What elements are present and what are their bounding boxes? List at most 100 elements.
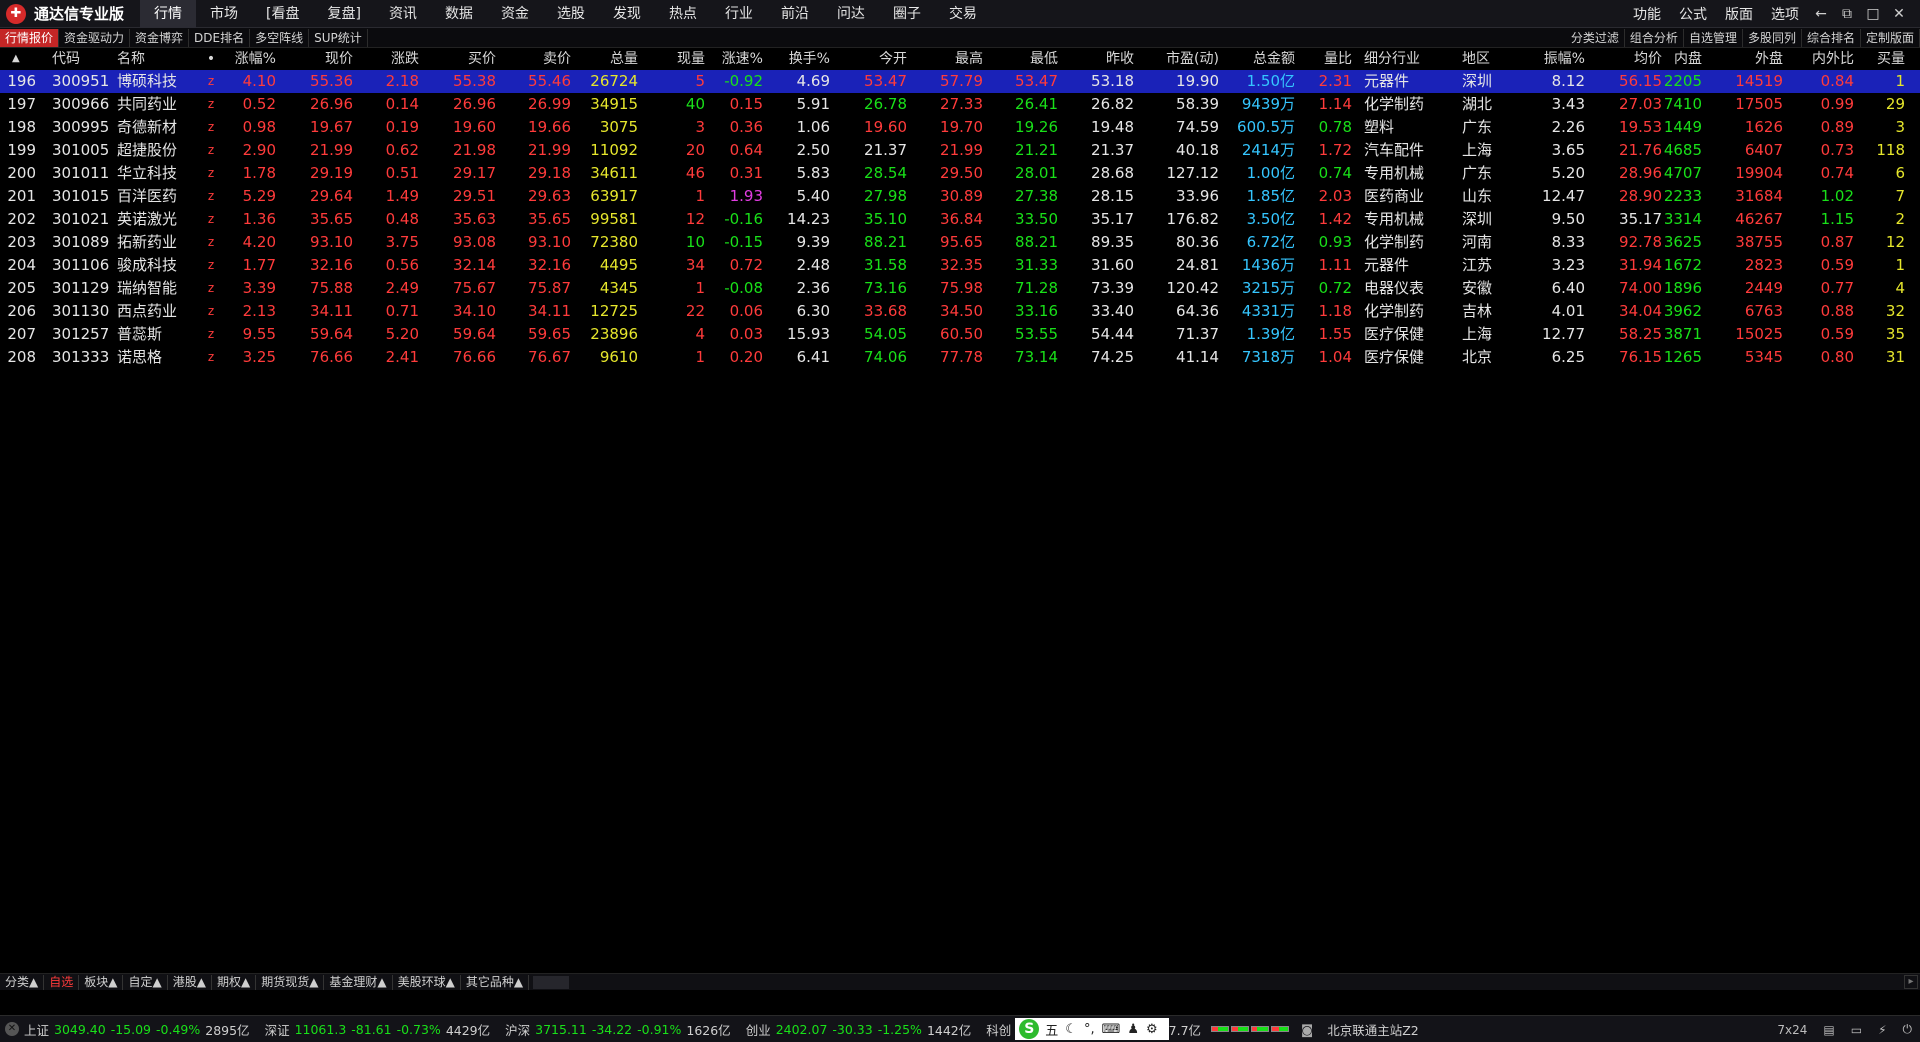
input-method-bar[interactable]: S 五 ☾ °, ⌨ ♟ ⚙ <box>1015 1018 1169 1040</box>
header-low[interactable]: 最低 <box>1030 48 1058 71</box>
table-row[interactable]: 201 301015 百洋医药 z 5.29 29.64 1.49 29.51 29.63 639… <box>0 185 1920 208</box>
name-cell[interactable]: 拓新药业 <box>117 231 177 254</box>
header-in-out-ratio[interactable]: 内外比 <box>1812 48 1854 71</box>
subtab-5[interactable]: SUP统计 <box>309 28 368 47</box>
category-tab-1[interactable]: 自选 <box>44 974 80 990</box>
header-change-pct[interactable]: 涨幅% <box>235 48 276 71</box>
subtab-4[interactable]: 多空阵线 <box>250 28 310 47</box>
row-number-cell[interactable]: 197 <box>7 93 36 116</box>
header-avg-price[interactable]: 均价 <box>1634 48 1662 71</box>
code-cell[interactable]: 301257 <box>52 323 109 346</box>
header-open[interactable]: 今开 <box>879 48 907 71</box>
header-high[interactable]: 最高 <box>955 48 983 71</box>
message-icon[interactable]: ▤ <box>1823 1023 1834 1037</box>
table-row[interactable]: 203 301089 拓新药业 z 4.20 93.10 3.75 93.08 93.10 723… <box>0 231 1920 254</box>
menu-function[interactable]: 功能 <box>1624 4 1670 24</box>
name-cell[interactable]: 博硕科技 <box>117 70 177 93</box>
header-bid-volume[interactable]: 买量 <box>1877 48 1905 71</box>
power-icon[interactable]: ⏻ <box>1903 1022 1913 1037</box>
name-cell[interactable]: 骏成科技 <box>117 254 177 277</box>
category-tab-5[interactable]: 期权▲ <box>212 974 257 990</box>
menu-item-8[interactable]: 发现 <box>599 0 655 28</box>
menu-item-3[interactable]: 复盘] <box>313 0 374 28</box>
keyboard-icon[interactable]: ⌨ <box>1102 1022 1121 1037</box>
menu-item-2[interactable]: [看盘 <box>252 0 313 28</box>
table-row[interactable]: 200 301011 华立科技 z 1.78 29.19 0.51 29.17 29.18 346… <box>0 162 1920 185</box>
server-label[interactable]: 北京联通主站Z2 <box>1327 1020 1419 1039</box>
code-cell[interactable]: 301005 <box>52 139 109 162</box>
code-cell[interactable]: 301015 <box>52 185 109 208</box>
row-number-cell[interactable]: 200 <box>7 162 36 185</box>
index-quote[interactable]: 上证 3049.40 -15.09 -0.49% 2895亿 <box>24 1020 255 1039</box>
row-number-cell[interactable]: 203 <box>7 231 36 254</box>
code-cell[interactable]: 301011 <box>52 162 109 185</box>
table-row[interactable]: 208 301333 诺思格 z 3.25 76.66 2.41 76.66 76.67 9610… <box>0 346 1920 369</box>
header-pe[interactable]: 市盈(动) <box>1166 48 1219 71</box>
row-number-cell[interactable]: 206 <box>7 300 36 323</box>
subtab-0[interactable]: 行情报价 <box>0 28 60 47</box>
category-tab-4[interactable]: 港股▲ <box>168 974 212 990</box>
name-cell[interactable]: 共同药业 <box>117 93 177 116</box>
settings-icon[interactable]: ⚙ <box>1146 1022 1158 1037</box>
table-row[interactable]: 207 301257 普蕊斯 z 9.55 59.64 5.20 59.64 59.65 2389… <box>0 323 1920 346</box>
table-row[interactable]: 204 301106 骏成科技 z 1.77 32.16 0.56 32.14 32.16 449… <box>0 254 1920 277</box>
back-icon[interactable]: ← <box>1808 6 1834 22</box>
code-cell[interactable]: 300951 <box>52 70 109 93</box>
header-bid[interactable]: 买价 <box>468 48 496 71</box>
name-cell[interactable]: 瑞纳智能 <box>117 277 177 300</box>
row-number-cell[interactable]: 204 <box>7 254 36 277</box>
subtab-right-1[interactable]: 组合分析 <box>1625 29 1684 47</box>
table-row[interactable]: 202 301021 英诺激光 z 1.36 35.65 0.48 35.63 35.65 995… <box>0 208 1920 231</box>
category-tab-0[interactable]: 分类▲ <box>0 974 45 990</box>
menu-item-13[interactable]: 圈子 <box>879 0 935 28</box>
header-name[interactable]: 名称 <box>117 48 145 71</box>
subtab-3[interactable]: DDE排名 <box>189 28 251 47</box>
header-ask[interactable]: 卖价 <box>543 48 571 71</box>
code-cell[interactable]: 301089 <box>52 231 109 254</box>
menu-formula[interactable]: 公式 <box>1670 4 1716 24</box>
subtab-right-0[interactable]: 分类过滤 <box>1566 29 1625 47</box>
code-cell[interactable]: 301333 <box>52 346 109 369</box>
row-number-cell[interactable]: 201 <box>7 185 36 208</box>
row-number-cell[interactable]: 196 <box>7 70 36 93</box>
header-last-volume[interactable]: 现量 <box>677 48 705 71</box>
punctuation-icon[interactable]: °, <box>1084 1022 1095 1037</box>
subtab-right-2[interactable]: 自选管理 <box>1684 29 1743 47</box>
app-logo[interactable]: ✚ 通达信专业版 <box>0 0 140 28</box>
header-amount[interactable]: 总金额 <box>1253 48 1295 71</box>
maximize-icon[interactable]: □ <box>1860 6 1886 22</box>
row-number-cell[interactable]: 207 <box>7 323 36 346</box>
row-number-cell[interactable]: 202 <box>7 208 36 231</box>
menu-item-11[interactable]: 前沿 <box>767 0 823 28</box>
signal-icon[interactable]: ⚡ <box>1878 1023 1886 1037</box>
name-cell[interactable]: 英诺激光 <box>117 208 177 231</box>
index-partial-label[interactable]: 科创 <box>986 1020 1011 1039</box>
header-price[interactable]: 现价 <box>325 48 353 71</box>
header-code[interactable]: 代码 <box>52 48 80 71</box>
name-cell[interactable]: 超捷股份 <box>117 139 177 162</box>
index-quote[interactable]: 沪深 3715.11 -34.22 -0.91% 1626亿 <box>505 1020 736 1039</box>
news-7x24-label[interactable]: 7x24 <box>1777 1023 1807 1037</box>
menu-item-6[interactable]: 资金 <box>487 0 543 28</box>
index-quote[interactable]: 深证 11061.3 -81.61 -0.73% 4429亿 <box>265 1020 496 1039</box>
header-turnover[interactable]: 换手% <box>789 48 830 71</box>
code-cell[interactable]: 301021 <box>52 208 109 231</box>
header-speed[interactable]: 涨速% <box>722 48 763 71</box>
camera-icon[interactable]: ◙ <box>1301 1022 1313 1037</box>
table-row[interactable]: 197 300966 共同药业 z 0.52 26.96 0.14 26.96 26.99 349… <box>0 93 1920 116</box>
name-cell[interactable]: 百洋医药 <box>117 185 177 208</box>
row-number-cell[interactable]: 199 <box>7 139 36 162</box>
table-row[interactable]: 206 301130 西点药业 z 2.13 34.11 0.71 34.10 34.11 127… <box>0 300 1920 323</box>
category-tab-8[interactable]: 美股环球▲ <box>393 974 461 990</box>
header-volume-ratio[interactable]: 量比 <box>1324 48 1352 71</box>
row-number-cell[interactable]: 208 <box>7 346 36 369</box>
header-change[interactable]: 涨跌 <box>391 48 419 71</box>
moon-icon[interactable]: ☾ <box>1065 1022 1077 1037</box>
menu-options[interactable]: 选项 <box>1762 4 1808 24</box>
category-tab-6[interactable]: 期货现货▲ <box>256 974 325 990</box>
row-number-cell[interactable]: 205 <box>7 277 36 300</box>
chat-icon[interactable]: ▭ <box>1851 1023 1862 1037</box>
name-cell[interactable]: 奇德新材 <box>117 116 177 139</box>
subtab-right-4[interactable]: 综合排名 <box>1802 29 1861 47</box>
header-amplitude[interactable]: 振幅% <box>1544 48 1585 71</box>
